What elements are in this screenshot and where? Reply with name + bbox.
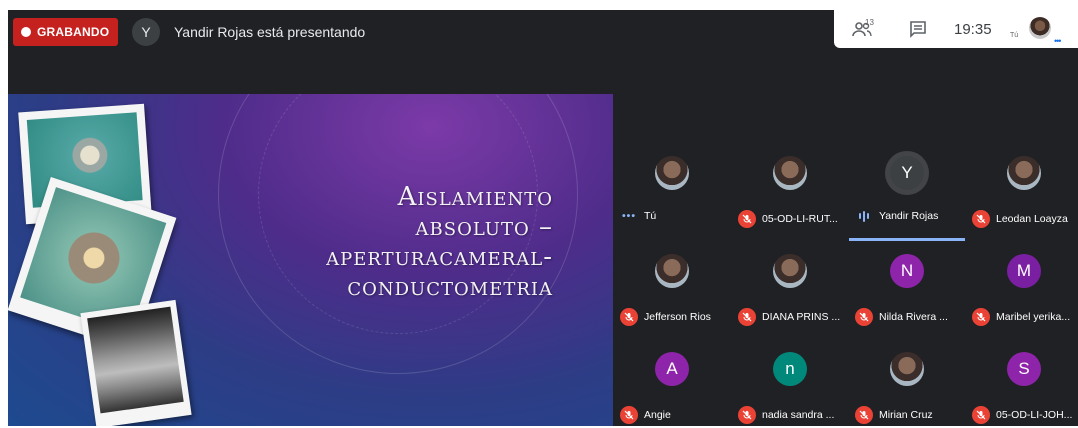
speaking-indicator	[849, 238, 965, 241]
slide-title-line: Aislamiento	[397, 182, 553, 212]
slide-title-line: conductometria	[347, 272, 553, 302]
participant-avatar: n	[773, 352, 807, 386]
participant-name: Mirian Cruz	[879, 409, 933, 421]
participant-name: Nilda Rivera ...	[879, 311, 948, 323]
participant-tile[interactable]: S 05-OD-LI-JOH...	[966, 340, 1078, 426]
participant-name-row: ••• Tú	[620, 210, 656, 222]
participant-name-row: Nilda Rivera ...	[855, 308, 948, 326]
participant-tile[interactable]: Y Yandir Rojas	[849, 144, 965, 242]
chat-button[interactable]	[896, 12, 940, 46]
people-count: 13	[865, 18, 874, 27]
mic-off-icon	[738, 308, 756, 326]
participant-avatar	[890, 352, 924, 386]
participant-avatar: S	[1007, 352, 1041, 386]
participant-name-row: DIANA PRINS ...	[738, 308, 840, 326]
self-view[interactable]: Tú •••	[1002, 10, 1062, 48]
clock: 19:35	[954, 20, 992, 38]
slide-photo-xray	[80, 299, 192, 426]
people-button[interactable]: 13	[840, 12, 884, 46]
mic-off-icon	[972, 210, 990, 228]
meeting-tray: 13 19:35 Tú •••	[834, 10, 1078, 48]
participant-name-row: nadia sandra ...	[738, 406, 834, 424]
participant-name-row: 05-OD-LI-RUT...	[738, 210, 838, 228]
slide-title-line: aperturacameral-	[326, 242, 553, 272]
presenter-status: Yandir Rojas está presentando	[174, 24, 366, 40]
participant-avatar: N	[890, 254, 924, 288]
mic-off-icon	[738, 406, 756, 424]
participant-name-row: Maribel yerika...	[972, 308, 1070, 326]
mic-off-icon	[972, 406, 990, 424]
participant-name-row: Yandir Rojas	[855, 210, 938, 222]
participant-name-row: 05-OD-LI-JOH...	[972, 406, 1072, 424]
chat-icon	[910, 21, 926, 38]
participant-name: Leodan Loayza	[996, 213, 1068, 225]
participant-name: Yandir Rojas	[879, 210, 939, 222]
slide-title-line: absoluto –	[415, 212, 553, 242]
participant-name: 05-OD-LI-RUT...	[762, 213, 838, 225]
mic-off-icon	[738, 210, 756, 228]
more-options-icon: •••	[621, 210, 637, 222]
participant-name-row: Angie	[620, 406, 671, 424]
mic-off-icon	[620, 406, 638, 424]
participant-name: Maribel yerika...	[996, 311, 1071, 323]
presentation-slide: Aislamiento absoluto – aperturacameral- …	[8, 94, 613, 426]
participant-tile[interactable]: n nadia sandra ...	[732, 340, 848, 426]
speaking-icon	[855, 210, 873, 222]
participant-avatar	[655, 156, 689, 190]
presenter-avatar: Y	[132, 18, 160, 46]
participant-avatar: A	[655, 352, 689, 386]
participant-tile[interactable]: 05-OD-LI-RUT...	[732, 144, 848, 242]
participant-name: Angie	[644, 409, 671, 421]
participant-avatar: M	[1007, 254, 1041, 288]
participant-tile[interactable]: Mirian Cruz	[849, 340, 965, 426]
mic-off-icon	[972, 308, 990, 326]
participant-tile[interactable]: Jefferson Rios	[614, 242, 730, 340]
self-label: Tú	[1010, 32, 1019, 39]
mic-off-icon	[620, 308, 638, 326]
recording-label: GRABANDO	[37, 25, 110, 39]
participant-name: DIANA PRINS ...	[762, 311, 841, 323]
participant-tile[interactable]: N Nilda Rivera ...	[849, 242, 965, 340]
participant-grid: ••• Tú 05-OD-LI-RUT... Y Yandir Rojas Leodan …	[614, 118, 1078, 426]
participant-avatar	[1007, 156, 1041, 190]
recording-dot-icon	[21, 27, 31, 37]
participant-tile[interactable]: ••• Tú	[614, 144, 730, 242]
participant-tile[interactable]: A Angie	[614, 340, 730, 426]
mic-off-icon	[855, 308, 873, 326]
recording-badge: GRABANDO	[13, 18, 119, 46]
participant-tile[interactable]: Leodan Loayza	[966, 144, 1078, 242]
participant-name-row: Leodan Loayza	[972, 210, 1068, 228]
participant-avatar	[773, 254, 807, 288]
slide-title: Aislamiento absoluto – aperturacameral- …	[153, 182, 553, 302]
mic-off-icon	[855, 406, 873, 424]
participant-name: Jefferson Rios	[644, 311, 711, 323]
more-dots-icon: •••	[1054, 36, 1062, 46]
participant-name: nadia sandra ...	[762, 409, 835, 421]
participant-tile[interactable]: DIANA PRINS ...	[732, 242, 848, 340]
participant-avatar: Y	[890, 156, 924, 190]
participant-name: Tú	[644, 210, 657, 222]
participant-name-row: Mirian Cruz	[855, 406, 933, 424]
self-avatar	[1029, 17, 1051, 39]
meeting-stage: GRABANDO Y Yandir Rojas está presentando…	[8, 10, 1078, 426]
participant-avatar	[773, 156, 807, 190]
participant-name: 05-OD-LI-JOH...	[996, 409, 1073, 421]
participant-name-row: Jefferson Rios	[620, 308, 711, 326]
participant-tile[interactable]: M Maribel yerika...	[966, 242, 1078, 340]
participant-avatar	[655, 254, 689, 288]
